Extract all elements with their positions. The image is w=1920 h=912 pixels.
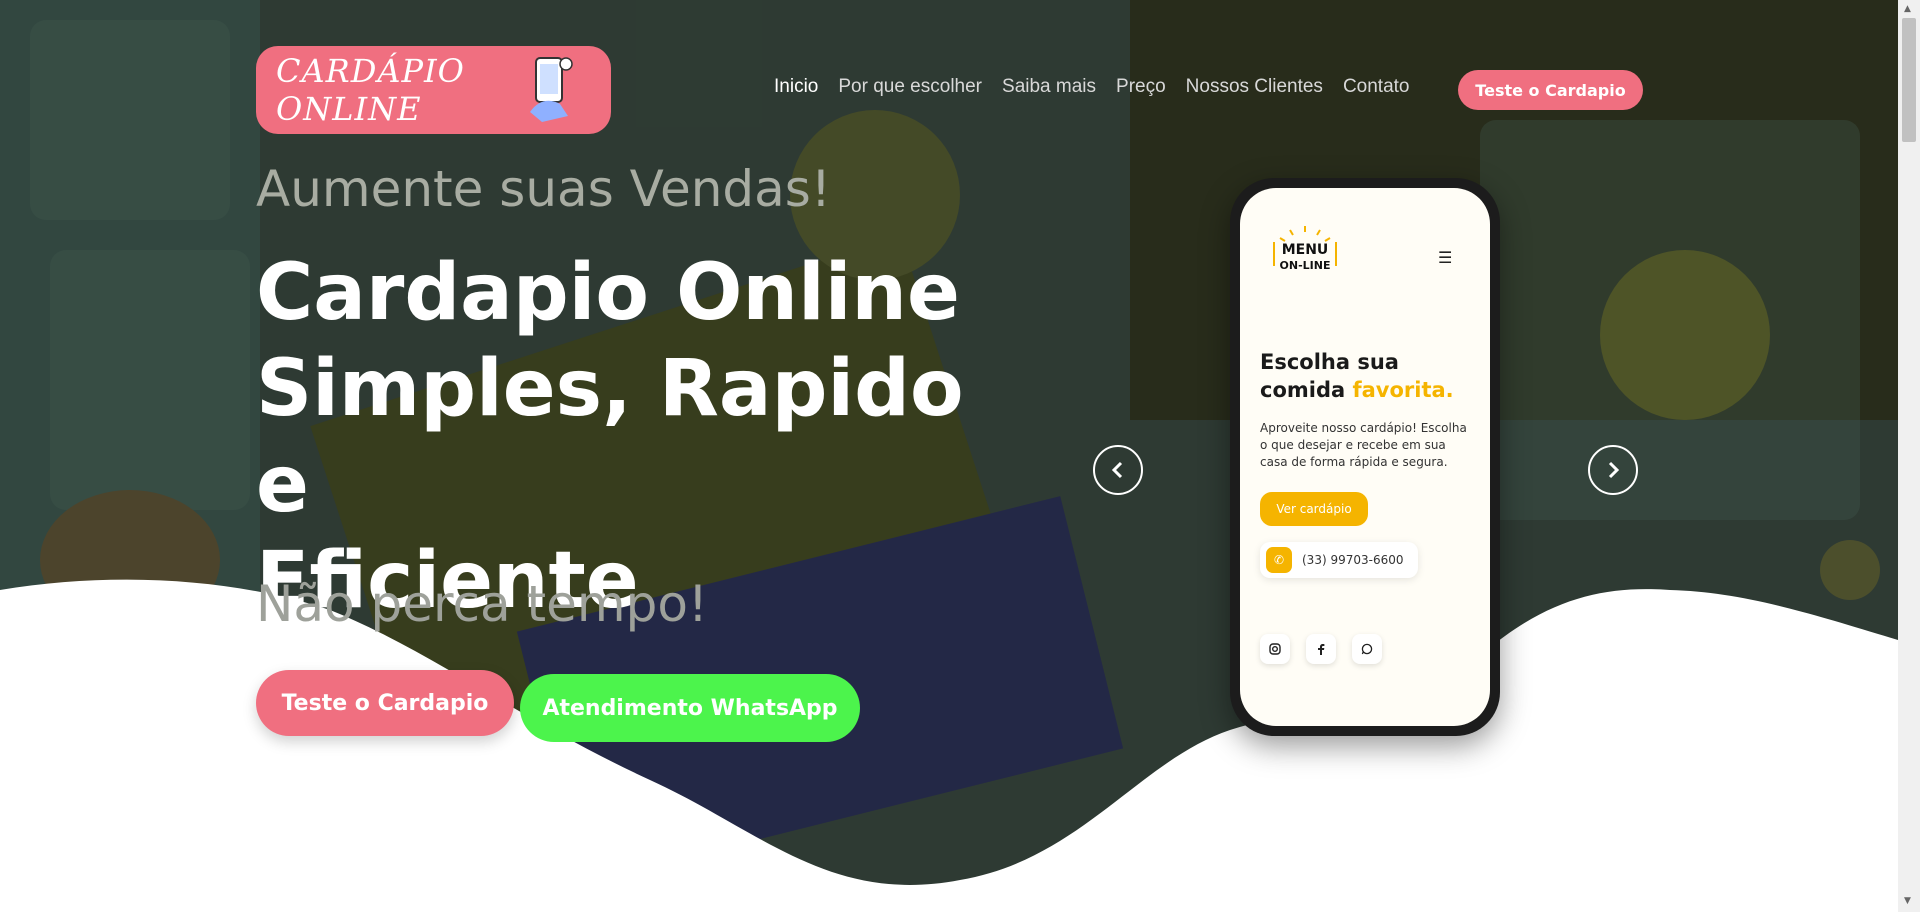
hero-title-line-2: Simples, Rapido e [256,344,964,530]
carousel-prev-button[interactable] [1093,445,1143,495]
nav-cta-button[interactable]: Teste o Cardapio [1458,70,1643,110]
scroll-up-arrow-icon[interactable]: ▲ [1904,4,1911,14]
instagram-icon[interactable] [1260,634,1290,664]
hero-title-line-1: Cardapio Online [256,248,960,338]
test-cardapio-button[interactable]: Teste o Cardapio [256,670,514,736]
nav-link-saiba-mais[interactable]: Saiba mais [1002,76,1096,98]
phone-headline: Escolha sua comida favorita. [1260,348,1480,404]
hero-subtitle-top: Aumente suas Vendas! [256,160,831,218]
phone-mockup: MENU ON-LINE ☰ Escolha sua comida favori… [1230,178,1500,736]
menu-logo-line-1: MENU [1282,242,1329,258]
facebook-icon[interactable] [1306,634,1336,664]
phone-number-chip[interactable]: ✆ (33) 99703-6600 [1260,542,1418,578]
chevron-right-icon [1608,461,1620,479]
phone-screen: MENU ON-LINE ☰ Escolha sua comida favori… [1240,188,1490,726]
whatsapp-icon[interactable] [1352,634,1382,664]
scroll-down-arrow-icon[interactable]: ▼ [1904,896,1911,906]
nav-link-inicio[interactable]: Inicio [774,76,818,98]
nav-link-por-que-escolher[interactable]: Por que escolher [838,76,982,98]
nav-link-contato[interactable]: Contato [1343,76,1410,98]
menu-logo-line-2: ON-LINE [1280,259,1331,272]
ver-cardapio-button[interactable]: Ver cardápio [1260,492,1368,526]
menu-online-logo: MENU ON-LINE [1273,226,1337,272]
chevron-left-icon [1111,461,1123,479]
hero-subtitle-bottom: Não perca tempo! [256,575,708,633]
main-navigation: Inicio Por que escolher Saiba mais Preço… [774,76,1409,98]
whatsapp-button[interactable]: Atendimento WhatsApp [520,674,860,742]
nav-link-nossos-clientes[interactable]: Nossos Clientes [1186,76,1323,98]
scrollbar-thumb[interactable] [1902,18,1916,142]
phone-icon: ✆ [1266,547,1292,573]
hero-title: Cardapio Online Simples, Rapido e Eficie… [256,245,1016,629]
hamburger-menu-icon[interactable]: ☰ [1438,248,1452,267]
phone-number: (33) 99703-6600 [1302,553,1404,567]
page-scrollbar[interactable]: ▲ ▼ [1898,0,1920,912]
phone-in-hand-icon [530,57,573,122]
phone-paragraph: Aproveite nosso cardápio! Escolha o que … [1260,421,1467,469]
carousel-next-button[interactable] [1588,445,1638,495]
site-logo[interactable]: CARDÁPIO ONLINE [256,46,611,134]
phone-headline-highlight: favorita. [1352,378,1454,402]
nav-link-preco[interactable]: Preço [1116,76,1166,98]
